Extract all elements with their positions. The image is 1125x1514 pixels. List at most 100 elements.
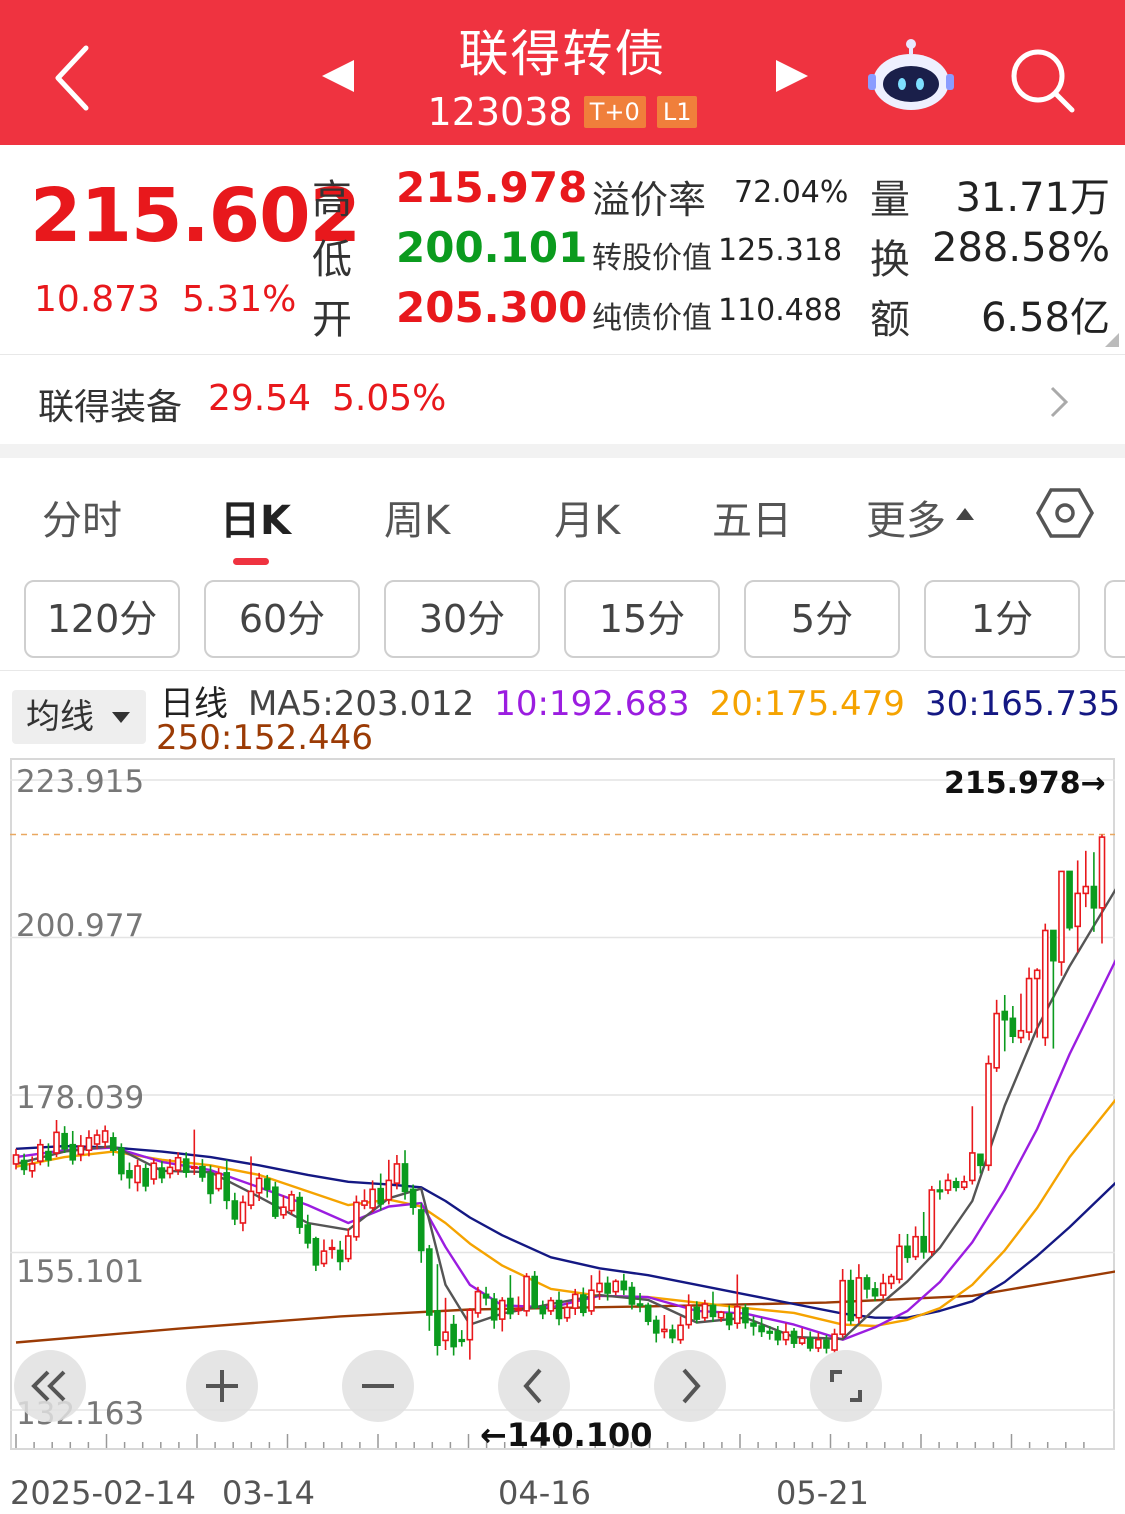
- y-tick-label: 178.039: [16, 1080, 145, 1116]
- premium-label: 溢价率: [592, 178, 707, 222]
- candle-body: [1025, 977, 1033, 1033]
- search-icon[interactable]: [1002, 40, 1082, 120]
- candle-body: [823, 1339, 830, 1349]
- candle-body: [1041, 929, 1049, 1039]
- candle-body: [85, 1137, 93, 1151]
- next-icon[interactable]: [772, 56, 812, 96]
- candle-body: [215, 1172, 222, 1190]
- candle-body: [863, 1277, 871, 1290]
- candle-body: [871, 1288, 879, 1297]
- candle-body: [944, 1179, 952, 1191]
- candle-body: [190, 1165, 198, 1170]
- badge-t0: T+0: [583, 96, 646, 128]
- candle-body: [336, 1249, 344, 1263]
- candle-body: [199, 1165, 206, 1178]
- caret-down-icon: [112, 712, 130, 723]
- ma250-legend: 250:152.446: [156, 718, 373, 758]
- candle-body: [839, 1279, 846, 1336]
- candle-body: [928, 1189, 936, 1253]
- candle-body: [166, 1166, 174, 1175]
- interval-5m[interactable]: 5分: [744, 580, 900, 658]
- candle-body: [126, 1169, 133, 1179]
- candle-body: [766, 1330, 774, 1334]
- ma-dropdown[interactable]: 均线: [12, 690, 146, 744]
- y-tick-label: 200.977: [16, 908, 145, 944]
- candle-body: [1074, 892, 1081, 928]
- candle-body: [831, 1333, 838, 1351]
- ma10-legend: 10:192.683: [494, 684, 690, 724]
- candle-body: [806, 1337, 814, 1349]
- zoom-out-button[interactable]: [342, 1350, 414, 1422]
- high-marker-label: 215.978→: [944, 766, 1106, 801]
- candle-body: [263, 1178, 271, 1191]
- candle-body: [109, 1137, 117, 1151]
- double-left-icon: [31, 1370, 66, 1402]
- interval-60m[interactable]: 60分: [204, 580, 360, 658]
- ma20-legend: 20:175.479: [709, 684, 905, 724]
- kline-chart[interactable]: [10, 758, 1115, 1450]
- candle-body: [523, 1275, 530, 1312]
- fullscreen-button[interactable]: [810, 1350, 882, 1422]
- interval-next-partial[interactable]: [1104, 580, 1125, 658]
- underlying-stock-row[interactable]: 联得装备 29.54 5.05%: [0, 356, 1125, 444]
- interval-1m[interactable]: 1分: [924, 580, 1080, 658]
- candle-body: [118, 1147, 125, 1175]
- chevron-right-icon: [1050, 386, 1069, 418]
- candle-body: [1098, 836, 1106, 909]
- underlying-change: 5.05%: [332, 378, 447, 419]
- robot-icon[interactable]: [868, 38, 954, 114]
- candle-body: [20, 1159, 28, 1171]
- tab-intraday[interactable]: 分时: [42, 488, 122, 546]
- candle-body: [717, 1311, 725, 1319]
- tab-weekly-k[interactable]: 周K: [384, 488, 450, 546]
- candle-body: [150, 1162, 158, 1180]
- candle-body: [1066, 870, 1073, 929]
- last-price: 215.602: [30, 173, 361, 259]
- interval-15m[interactable]: 15分: [564, 580, 720, 658]
- candle-body: [377, 1187, 385, 1205]
- y-tick-label: 223.915: [16, 764, 145, 800]
- low-label: 低: [312, 237, 352, 283]
- interval-120m[interactable]: 120分: [24, 580, 180, 658]
- scroll-right-button[interactable]: [654, 1350, 726, 1422]
- candle-body: [239, 1201, 247, 1224]
- zoom-in-button[interactable]: [186, 1350, 258, 1422]
- candle-body: [904, 1245, 911, 1259]
- candle-body: [61, 1132, 68, 1150]
- candle-body: [385, 1179, 393, 1201]
- candle-body: [896, 1245, 903, 1281]
- candle-body: [563, 1306, 571, 1319]
- quote-panel: 215.602 10.873 5.31% 高 215.978 低 200.101 …: [0, 145, 1125, 355]
- tab-monthly-k[interactable]: 月K: [554, 488, 620, 546]
- candle-body: [815, 1338, 822, 1349]
- candle-body: [304, 1224, 312, 1244]
- candle-body: [669, 1329, 676, 1339]
- prev-icon[interactable]: [318, 56, 358, 96]
- jump-start-button[interactable]: [14, 1350, 86, 1422]
- expand-corner-icon[interactable]: [1105, 333, 1119, 347]
- candle-body: [328, 1246, 336, 1251]
- tab-daily-k[interactable]: 日K: [220, 488, 291, 546]
- candle-body: [1033, 969, 1041, 980]
- candle-body: [182, 1158, 190, 1173]
- settings-hex-icon[interactable]: [1036, 486, 1094, 540]
- candle-body: [547, 1299, 555, 1312]
- candle-body: [296, 1196, 303, 1228]
- underlying-price: 29.54: [208, 378, 312, 419]
- scroll-left-button[interactable]: [498, 1350, 570, 1422]
- tab-five-day[interactable]: 五日: [712, 488, 792, 546]
- tab-more[interactable]: 更多: [866, 488, 946, 546]
- app-root: 联得转债 123038 T+0 L1 215.602 10.873 5.31% …: [0, 0, 1125, 1514]
- amount-value: 6.58亿: [980, 295, 1110, 341]
- candle-body: [515, 1308, 522, 1312]
- candle-body: [344, 1235, 352, 1260]
- candle-body: [401, 1163, 409, 1193]
- candle-body: [936, 1189, 944, 1193]
- candle-body: [247, 1190, 255, 1206]
- candle-body: [701, 1303, 709, 1319]
- interval-30m[interactable]: 30分: [384, 580, 540, 658]
- candle-body: [604, 1282, 611, 1294]
- candle-body: [539, 1305, 547, 1315]
- candle-body: [985, 1062, 992, 1167]
- high-value: 215.978: [396, 163, 588, 212]
